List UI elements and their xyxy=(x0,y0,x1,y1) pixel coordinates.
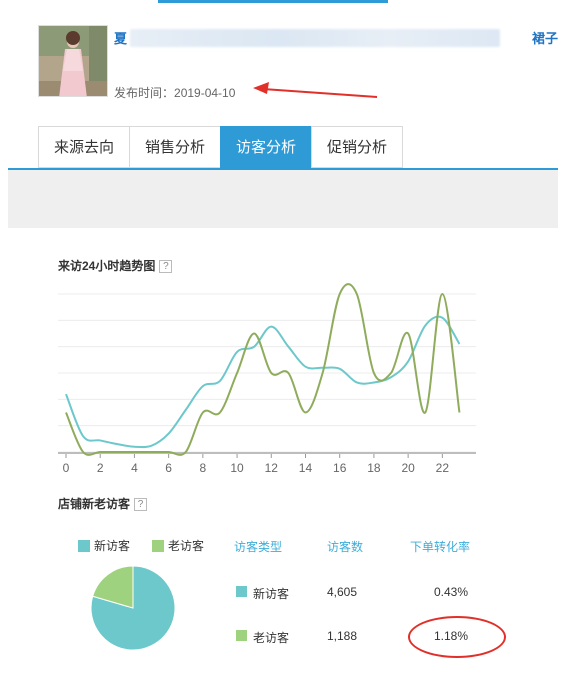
header-conversion-rate: 下单转化率 xyxy=(410,540,471,554)
visitors-section-title: 店铺新老访客? xyxy=(58,495,148,512)
x-tick-label: 4 xyxy=(131,461,138,475)
page: 夏 裙子 发布时间：2019-04-10 来源去向 销售分析 访客分析 促销分析… xyxy=(0,0,562,684)
series-line-0 xyxy=(65,315,461,449)
header-visitor-type: 访客类型 xyxy=(234,540,283,554)
visitor-pie-chart xyxy=(90,565,176,651)
x-tick-label: 12 xyxy=(265,461,279,475)
x-tick-label: 8 xyxy=(200,461,207,475)
row-old-type: 老访客 xyxy=(253,631,290,645)
legend-old-visitor: 老访客 xyxy=(152,537,204,554)
row-new-rate: 0.43% xyxy=(434,585,469,599)
legend-new-visitor: 新访客 xyxy=(78,537,130,554)
row-new-type: 新访客 xyxy=(253,587,290,601)
x-tick-label: 22 xyxy=(436,461,450,475)
x-tick-label: 16 xyxy=(333,461,347,475)
x-tick-label: 6 xyxy=(165,461,172,475)
x-tick-label: 0 xyxy=(63,461,70,475)
trend-chart: 0 2 4 6 8 10 12 14 16 18 20 22 xyxy=(58,283,476,475)
annotation-circle xyxy=(408,616,506,658)
x-tick-label: 18 xyxy=(367,461,381,475)
x-tick-label: 10 xyxy=(230,461,244,475)
row-swatch-old xyxy=(236,630,247,641)
legend-label-old: 老访客 xyxy=(168,539,205,553)
row-swatch-new xyxy=(236,586,247,597)
x-tick-label: 20 xyxy=(401,461,415,475)
visitors-help-icon[interactable]: ? xyxy=(134,498,148,511)
legend-label-new: 新访客 xyxy=(94,539,131,553)
visitors-title: 店铺新老访客 xyxy=(58,497,131,511)
row-new-count: 4,605 xyxy=(327,585,358,599)
x-tick-label: 14 xyxy=(299,461,313,475)
row-old-count: 1,188 xyxy=(327,629,358,643)
x-tick-label: 2 xyxy=(97,461,104,475)
header-visitor-count: 访客数 xyxy=(327,540,364,554)
legend-swatch-new xyxy=(78,539,90,552)
legend-swatch-old xyxy=(152,539,164,552)
